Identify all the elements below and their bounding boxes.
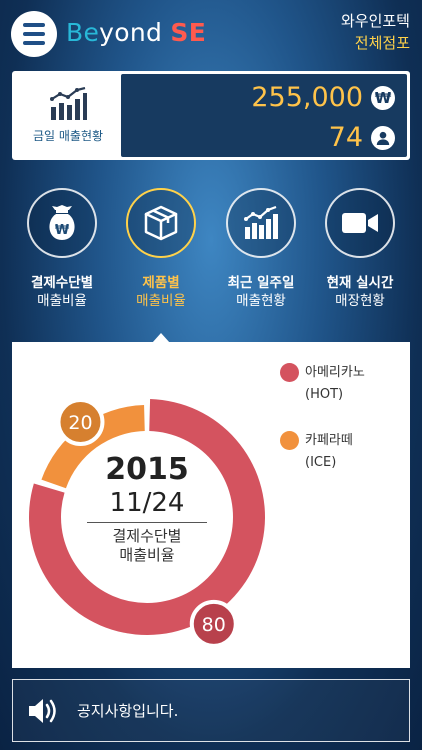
today-sales-label: 금일 매출현황 — [32, 129, 104, 143]
visitor-count: 74 — [328, 122, 363, 153]
legend-item: 카페라떼 (ICE) — [280, 430, 365, 474]
nav-label: 결제수단별 매출비율 — [12, 274, 112, 310]
legend-item: 아메리카노 (HOT) — [280, 362, 365, 406]
nav-product[interactable]: 제품별 매출비율 — [111, 188, 211, 310]
logo-part-1: Be — [66, 18, 100, 47]
today-sales-panel: 금일 매출현황 255,000 ₩ 74 — [12, 71, 410, 160]
nav-subtitle: 매장현황 — [335, 293, 385, 309]
speaker-icon — [29, 698, 56, 723]
legend-name: 카페라떼 — [305, 433, 353, 448]
won-icon: ₩ — [371, 85, 395, 110]
legend-sub: (HOT) — [305, 387, 344, 402]
today-sales-values: 255,000 ₩ 74 — [121, 74, 407, 157]
nav-title: 현재 실시간 — [326, 275, 394, 291]
hamburger-icon-bar — [23, 32, 45, 36]
sales-amount: 255,000 — [251, 82, 363, 113]
nav-title: 최근 일주일 — [227, 275, 295, 291]
sales-chart-icon — [50, 87, 87, 120]
chart-caption-line1: 결제수단별 — [112, 527, 182, 545]
chart-date: 11/24 — [109, 488, 185, 518]
nav-payment-method[interactable]: ₩ 결제수단별 매출비율 — [12, 188, 112, 310]
store-selector[interactable]: 와우인포텍 전체점포 — [341, 10, 410, 54]
money-bag-icon: ₩ — [49, 205, 75, 240]
legend-swatch — [280, 363, 299, 382]
notice-text: 공지사항입니다. — [77, 702, 179, 720]
nav-label: 현재 실시간 매장현황 — [310, 274, 410, 310]
nav-subtitle: 매출비율 — [37, 293, 87, 309]
chart-year: 2015 — [105, 452, 189, 487]
app-logo: Beyond SE — [66, 18, 206, 47]
nav-title: 결제수단별 — [30, 275, 94, 291]
value-label: 80 — [202, 614, 226, 636]
logo-part-3: SE — [170, 18, 207, 47]
box-icon — [144, 205, 178, 241]
person-icon — [371, 125, 395, 150]
nav-circle: ₩ — [27, 188, 97, 258]
chart-legend: 아메리카노 (HOT) 카페라떼 (ICE) — [280, 362, 365, 498]
value-label: 20 — [68, 412, 92, 434]
report-nav: ₩ 결제수단별 매출비율 제품별 매출비율 최근 일주일 매출현황 현재 실시간… — [0, 188, 422, 328]
menu-button[interactable] — [11, 11, 57, 57]
app-header: Beyond SE 와우인포텍 전체점포 — [0, 0, 422, 66]
hamburger-icon-bar — [23, 41, 45, 45]
today-sales-label-box: 금일 매출현황 — [15, 74, 121, 157]
nav-realtime[interactable]: 현재 실시간 매장현황 — [310, 188, 410, 310]
product-sales-chart-panel: 80 20 2015 11/24 결제수단별 매출비율 아메리카노 (HOT) 카… — [12, 342, 410, 668]
nav-weekly[interactable]: 최근 일주일 매출현황 — [211, 188, 311, 310]
svg-text:₩: ₩ — [55, 223, 70, 238]
sales-amount-row: 255,000 ₩ — [251, 82, 395, 113]
logo-part-2: yond — [99, 18, 171, 47]
legend-name: 아메리카노 — [305, 365, 365, 380]
nav-circle — [325, 188, 395, 258]
legend-text: 아메리카노 (HOT) — [305, 362, 365, 406]
nav-subtitle: 매출비율 — [136, 293, 186, 309]
bar-chart-icon — [244, 206, 278, 239]
divider — [87, 522, 207, 523]
nav-label: 제품별 매출비율 — [111, 274, 211, 310]
company-name: 와우인포텍 — [340, 12, 410, 30]
legend-text: 카페라떼 (ICE) — [305, 430, 353, 474]
branch-name[interactable]: 전체점포 — [341, 32, 410, 54]
nav-label: 최근 일주일 매출현황 — [211, 274, 311, 310]
nav-title: 제품별 — [142, 275, 180, 291]
nav-circle — [226, 188, 296, 258]
chart-caption-line2: 매출비율 — [119, 546, 175, 564]
video-camera-icon — [342, 213, 378, 233]
legend-swatch — [280, 431, 299, 450]
visitor-count-row: 74 — [329, 122, 395, 153]
nav-circle — [126, 188, 196, 258]
hamburger-icon — [23, 23, 45, 27]
nav-subtitle: 매출현황 — [236, 293, 286, 309]
chart-center-label: 2015 11/24 결제수단별 매출비율 — [82, 452, 212, 565]
notice-bar[interactable]: 공지사항입니다. — [12, 679, 410, 742]
legend-sub: (ICE) — [305, 455, 337, 470]
